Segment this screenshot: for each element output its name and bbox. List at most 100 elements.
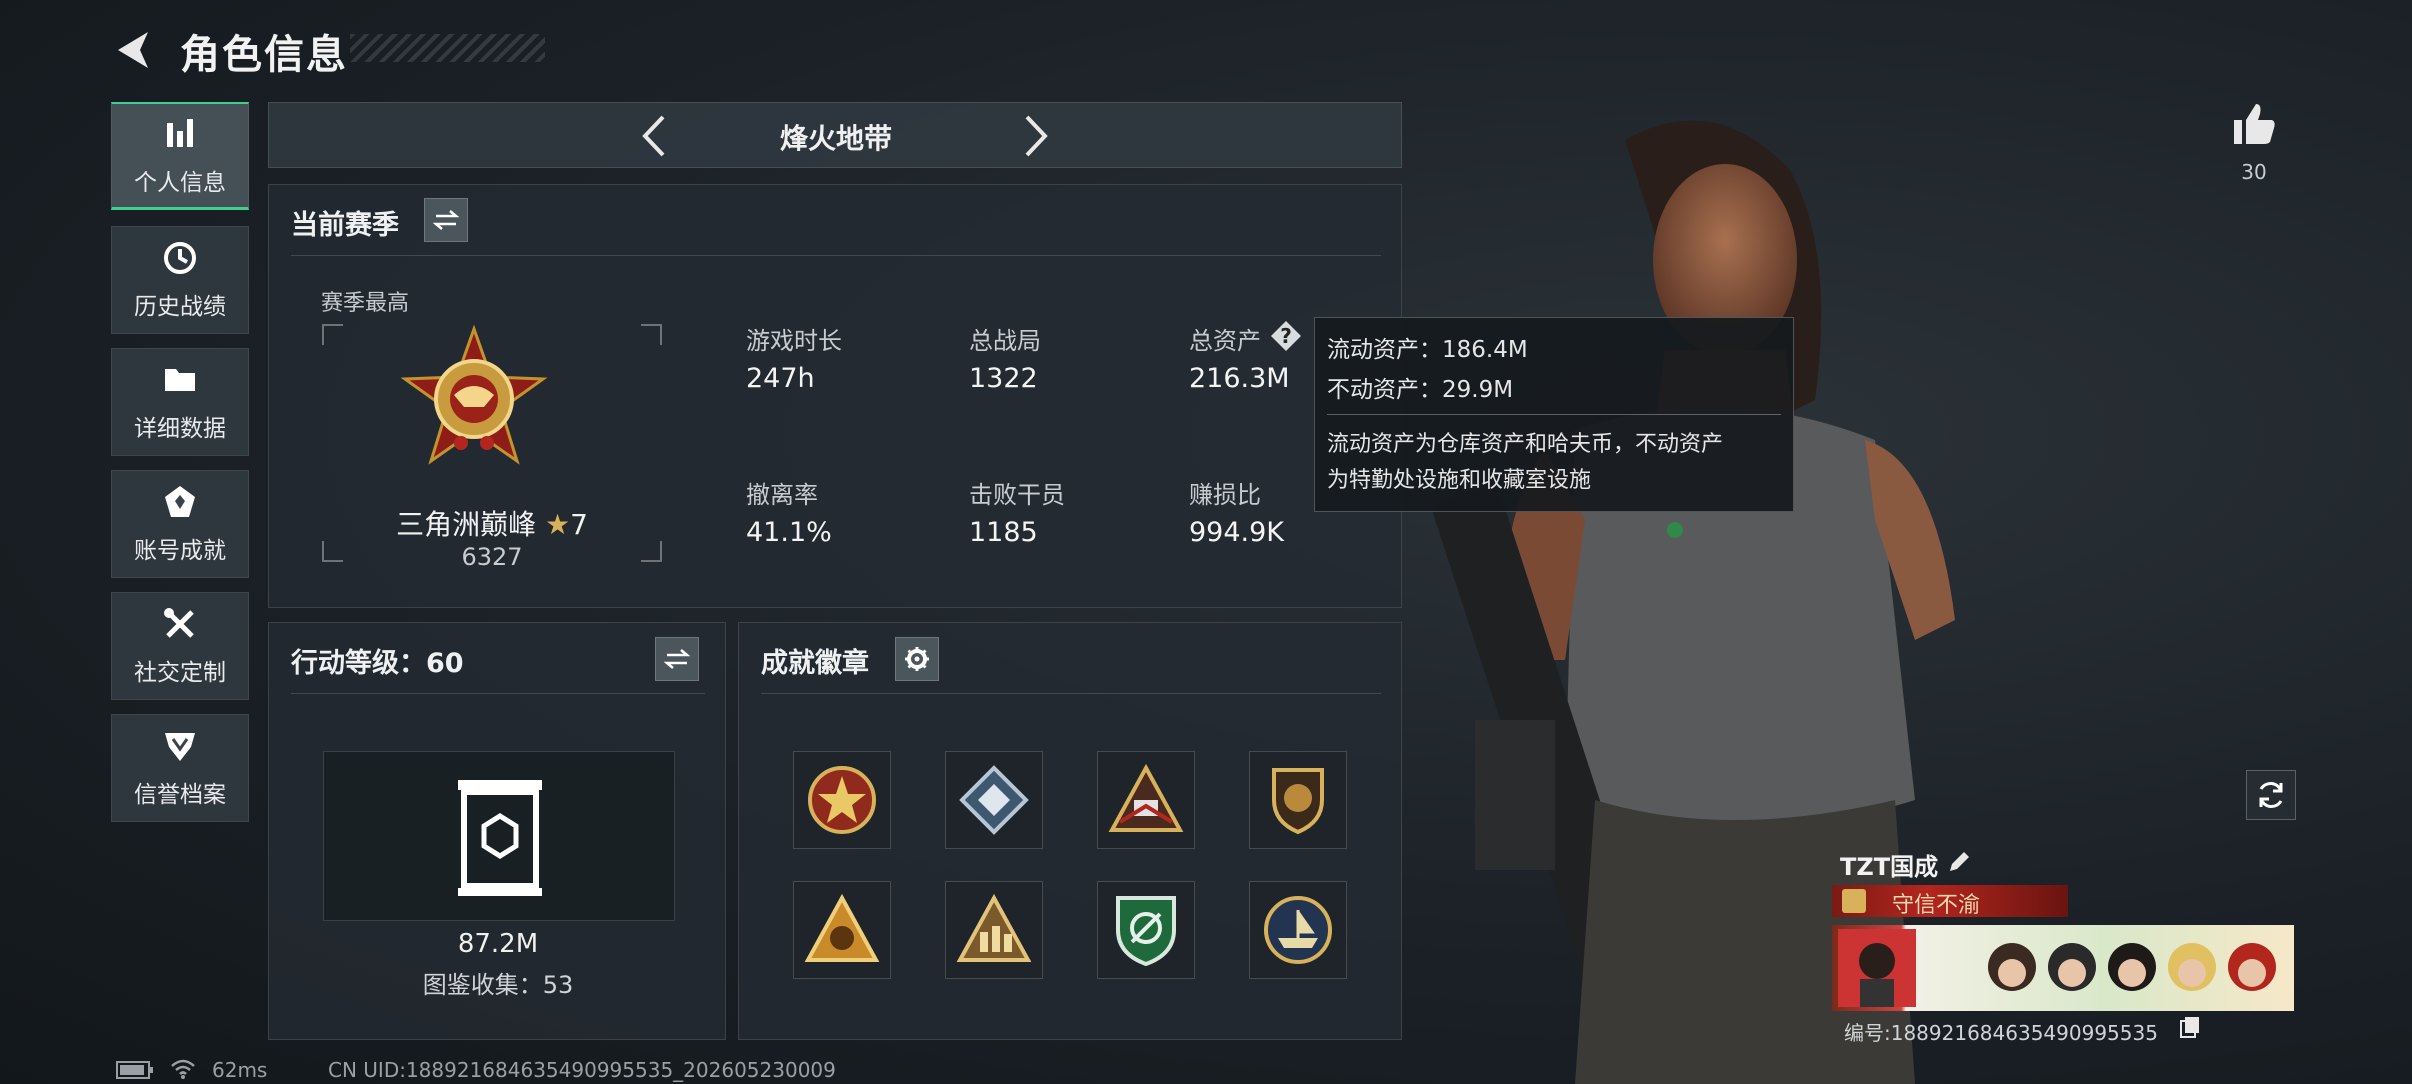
thumbs-up-icon[interactable] [2230, 100, 2278, 148]
ping: 62ms [212, 1058, 268, 1082]
collection-preview[interactable] [323, 751, 675, 921]
action-level-panel: 行动等级：60 87.2M 图鉴收集：53 [268, 622, 726, 1040]
player-title: 守信不渝 [1892, 893, 1981, 918]
ship-badge-icon [1264, 896, 1332, 964]
sidebar-item-details[interactable]: 详细数据 [111, 348, 249, 456]
tooltip-note: 为特勤处设施和收藏室设施 [1327, 468, 1592, 493]
player-name: TZT国成 [1840, 853, 1939, 881]
gear-icon [905, 647, 929, 671]
player-id: 编号:188921684635490995535 [1844, 1021, 2158, 1045]
shield-lion-icon [1272, 768, 1324, 835]
switch-level-button[interactable] [655, 637, 699, 681]
bar-chart-icon [167, 118, 193, 147]
help-icon[interactable]: ? [1269, 319, 1303, 353]
chibi-squad-icon [1988, 943, 2276, 991]
wifi-icon [171, 1059, 195, 1079]
star-badge-icon [808, 766, 876, 834]
sidebar-item-achievements[interactable]: 账号成就 [111, 470, 249, 578]
player-card: TZT国成 守信不渝 编号:188921684635490995535 [1832, 845, 2294, 1050]
collection-cabinet-icon [458, 780, 542, 896]
badge-settings-button[interactable] [895, 637, 939, 681]
sidebar-item-label: 信誉档案 [134, 782, 226, 808]
battery-icon [116, 1061, 153, 1079]
like-count: 30 [2241, 160, 2267, 184]
badge-slot[interactable] [1249, 751, 1347, 849]
triangle-squad-icon [956, 893, 1032, 962]
stat-value: 216.3M [1189, 363, 1290, 394]
rank-name: 三角洲巅峰 [396, 508, 537, 541]
stat-label: 总资产 [1189, 327, 1261, 355]
swap-icon [664, 649, 690, 669]
shield-badge-icon [165, 733, 195, 761]
edit-icon[interactable] [1946, 849, 1972, 875]
back-arrow-icon[interactable] [110, 26, 158, 74]
sidebar-item-label: 账号成就 [134, 538, 226, 564]
tooltip-note: 流动资产为仓库资产和哈夫币，不动资产 [1327, 432, 1724, 457]
sidebar-item-reputation[interactable]: 信誉档案 [111, 714, 249, 822]
badge-slot[interactable] [945, 751, 1043, 849]
badge-slot[interactable] [1097, 881, 1195, 979]
triangle-gold-icon [804, 893, 880, 962]
sidebar-item-social[interactable]: 社交定制 [111, 592, 249, 700]
mode-selector: 烽火地带 [268, 102, 1402, 168]
clock-icon [164, 242, 196, 274]
stat-label: 撤离率 [746, 481, 818, 509]
stat-label: 击败干员 [969, 481, 1065, 509]
badge-slot[interactable] [945, 881, 1043, 979]
season-panel: 当前赛季 赛季最高 三角洲巅峰 ★7 6327 游戏时长 247h 总战局 13… [268, 184, 1402, 608]
next-mode-button[interactable] [1009, 111, 1059, 161]
tooltip-liquid: 流动资产：186.4M [1327, 337, 1528, 363]
refresh-icon [2259, 782, 2283, 808]
star-icon: ★ [544, 508, 571, 541]
stat-value: 1322 [969, 363, 1038, 394]
title-decoration [350, 34, 545, 62]
sidebar-item-label: 社交定制 [134, 660, 226, 686]
stat-label: 赚损比 [1189, 481, 1261, 509]
folder-icon [165, 369, 195, 391]
copy-icon[interactable] [2178, 1015, 2202, 1039]
avatar[interactable] [1838, 929, 1916, 1007]
season-best-label: 赛季最高 [321, 291, 410, 316]
stat-value: 1185 [969, 517, 1038, 548]
refresh-button[interactable] [2246, 770, 2296, 820]
action-level-title: 行动等级：60 [291, 648, 464, 679]
stat-value: 41.1% [746, 517, 832, 548]
sidebar-item-label: 详细数据 [134, 416, 226, 442]
badge-slot[interactable] [1249, 881, 1347, 979]
badge-slot[interactable] [793, 881, 891, 979]
title-badge-icon [1842, 889, 1866, 913]
assets-tooltip: 流动资产：186.4M 不动资产：29.9M 流动资产为仓库资产和哈夫币，不动资… [1314, 317, 1794, 512]
avatar-banner [1832, 925, 2294, 1011]
achievement-panel: 成就徽章 [738, 622, 1402, 1040]
badge-slot[interactable] [1097, 751, 1195, 849]
achievement-icon [165, 486, 195, 517]
diamond-badge-icon [959, 765, 1029, 835]
sidebar-item-label: 个人信息 [134, 169, 226, 196]
triangle-badge-icon [1108, 763, 1184, 832]
sidebar-item-label: 历史战绩 [134, 294, 226, 320]
stat-label: 游戏时长 [746, 327, 842, 355]
stat-value: 994.9K [1189, 517, 1285, 548]
rank-stars: 7 [570, 508, 588, 541]
switch-season-button[interactable] [424, 198, 468, 242]
green-shield-icon [1116, 896, 1176, 967]
rank-score: 6327 [461, 543, 523, 571]
badge-slot[interactable] [793, 751, 891, 849]
season-title: 当前赛季 [291, 210, 399, 241]
sidebar-item-history[interactable]: 历史战绩 [111, 226, 249, 334]
rank-emblem-icon [400, 325, 548, 465]
sidebar-item-personal-info[interactable]: 个人信息 [111, 102, 249, 210]
stat-label: 总战局 [969, 327, 1041, 355]
tools-icon [164, 608, 194, 638]
collection-count: 图鉴收集：53 [422, 971, 574, 999]
mode-title: 烽火地带 [779, 122, 892, 155]
rank-name-row: 三角洲巅峰 ★7 [321, 503, 663, 543]
page-title: 角色信息 [180, 32, 348, 78]
uid: CN UID:188921684635490995535_20260523000… [328, 1058, 836, 1082]
collection-value: 87.2M [457, 929, 539, 959]
swap-icon [433, 210, 459, 230]
achievement-title: 成就徽章 [761, 648, 869, 679]
player-title-banner: 守信不渝 [1832, 885, 2068, 918]
stat-value: 247h [746, 363, 815, 394]
svg-text:?: ? [1280, 324, 1292, 348]
